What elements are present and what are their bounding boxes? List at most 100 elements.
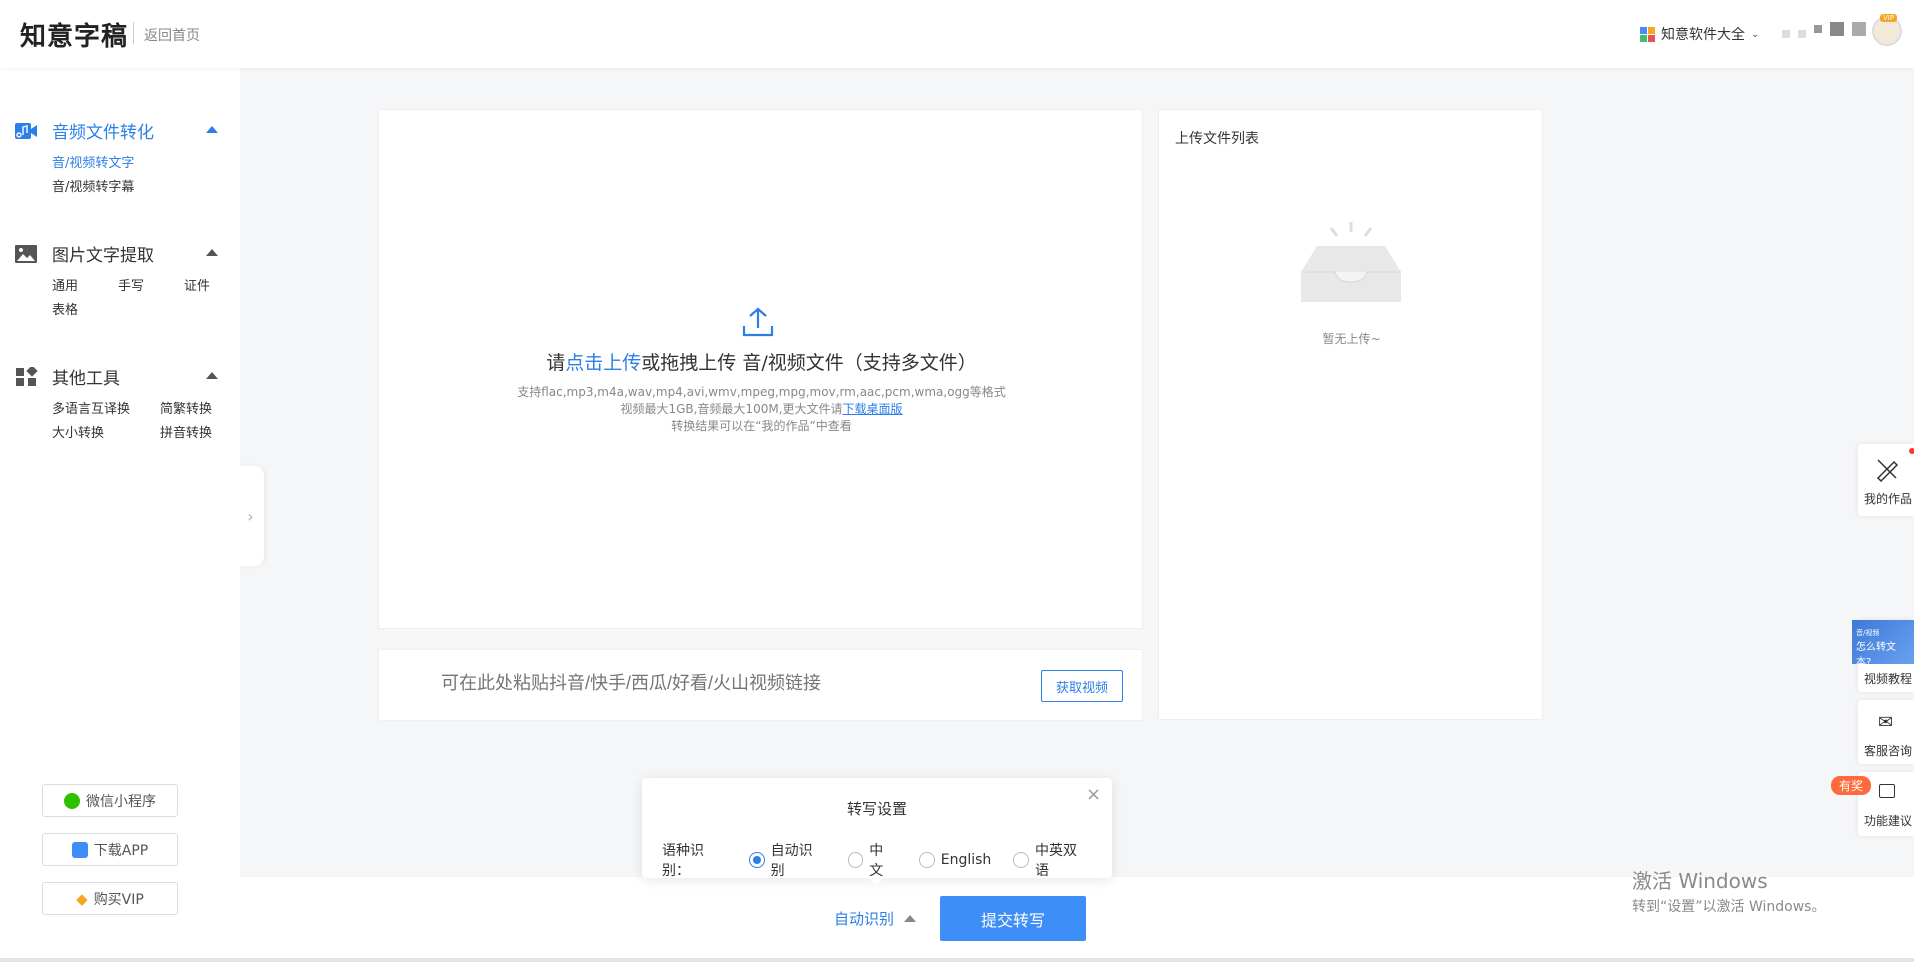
- buy-vip-label: 购买VIP: [93, 891, 144, 908]
- upload-hints: 支持flac,mp3,m4a,wav,mp4,avi,wmv,mpeg,mpg,…: [379, 384, 1144, 435]
- prize-badge: 有奖: [1831, 776, 1872, 795]
- sidebar-item-other-tools[interactable]: 其他工具: [14, 364, 120, 389]
- customer-service-label: 客服咨询: [1863, 744, 1912, 758]
- radio-button[interactable]: [847, 852, 864, 868]
- radio-option-label: English: [940, 852, 992, 868]
- sidebar-collapse-toggle[interactable]: ›: [237, 466, 264, 566]
- app-logo[interactable]: 知意字稿: [20, 16, 128, 53]
- tutorial-thumb-small: 音/视频: [1856, 629, 1880, 637]
- feedback-icon: [1879, 784, 1895, 798]
- download-desktop-link[interactable]: 下载桌面版: [843, 402, 903, 416]
- sidebar-item-av-to-text[interactable]: 音/视频转文字: [52, 152, 134, 171]
- video-tutorial-label: 视频教程: [1863, 672, 1912, 686]
- activation-hint: 转到“设置”以激活 Windows。: [1632, 899, 1826, 915]
- language-radio-group: 语种识别： 自动识别 中文 English 中英双语: [662, 840, 1112, 880]
- windows-activation-watermark: 激活 Windows 转到“设置”以激活 Windows。: [1632, 865, 1825, 916]
- buy-vip-button[interactable]: ◆ 购买VIP: [42, 882, 178, 915]
- chevron-down-icon: ⌄: [1751, 28, 1760, 40]
- wechat-miniprogram-label: 微信小程序: [86, 793, 156, 810]
- upload-suffix-text: 或拖拽上传 音/视频文件（支持多文件）: [641, 352, 977, 374]
- blurred-username-icon: [1798, 30, 1806, 38]
- left-sidebar: 音频文件转化 音/视频转文字 音/视频转字幕 图片文字提取 通用 手写 证件 表…: [0, 68, 240, 962]
- sidebar-item-image-ocr[interactable]: 图片文字提取: [14, 241, 154, 266]
- click-upload-link[interactable]: 点击上传: [565, 352, 641, 374]
- top-header: 知意字稿 返回首页 知意软件大全 ⌄ VIP: [0, 0, 1914, 68]
- sidebar-item-case-convert[interactable]: 大小转换: [52, 422, 104, 441]
- size-limit-text: 视频最大1GB,音频最大100M,更大文件请下载桌面版: [379, 401, 1144, 418]
- sidebar-item-trad-simp[interactable]: 简繁转换: [160, 398, 212, 417]
- sidebar-item-audio-convert[interactable]: 音频文件转化: [14, 118, 154, 143]
- supported-formats-text: 支持flac,mp3,m4a,wav,mp4,avi,wmv,mpeg,mpg,…: [517, 385, 1006, 399]
- size-limit-prefix: 视频最大1GB,音频最大100M,更大文件请: [620, 402, 843, 416]
- empty-list-text: 暂无上传~: [1322, 332, 1381, 346]
- notification-dot: [1909, 448, 1914, 454]
- chevron-right-icon: ›: [247, 506, 254, 526]
- app-icon: [71, 841, 88, 858]
- my-works-button[interactable]: 我的作品: [1858, 444, 1914, 516]
- collapse-arrow-icon[interactable]: [206, 126, 218, 133]
- upload-instruction: 请点击上传或拖拽上传 音/视频文件（支持多文件）: [379, 348, 1144, 375]
- empty-inbox-icon: [1301, 222, 1401, 302]
- blurred-username-icon: [1782, 30, 1790, 38]
- video-link-bar: 获取视频: [378, 649, 1143, 721]
- wechat-miniprogram-button[interactable]: 微信小程序: [42, 784, 178, 817]
- upload-file-list-panel: 上传文件列表 暂无上传~: [1158, 109, 1543, 720]
- sidebar-item-id-card[interactable]: 证件: [184, 275, 210, 294]
- popup-pointer: [868, 877, 884, 885]
- download-app-button[interactable]: 下载APP: [42, 833, 178, 866]
- download-app-label: 下载APP: [93, 842, 149, 859]
- sidebar-item-table[interactable]: 表格: [52, 299, 78, 318]
- blurred-username-icon: [1814, 25, 1822, 33]
- sidebar-section-title: 音频文件转化: [52, 123, 154, 143]
- grid-tools-icon: [16, 366, 38, 386]
- radio-button-checked[interactable]: [748, 852, 765, 868]
- collapse-arrow-icon[interactable]: [206, 372, 218, 379]
- sidebar-item-translate[interactable]: 多语言互译换: [52, 398, 130, 417]
- pencil-ruler-icon: [1876, 459, 1899, 482]
- upload-dropzone[interactable]: 请点击上传或拖拽上传 音/视频文件（支持多文件） 支持flac,mp3,m4a,…: [378, 109, 1143, 629]
- radio-option-label: 中文: [869, 843, 884, 879]
- vip-badge: VIP: [1880, 14, 1898, 22]
- radio-button[interactable]: [1013, 852, 1030, 868]
- file-list-title: 上传文件列表: [1175, 131, 1259, 147]
- upload-icon: [742, 307, 774, 337]
- language-selected-label: 自动识别: [834, 910, 895, 928]
- video-link-input[interactable]: [439, 672, 899, 695]
- radio-auto-detect[interactable]: 自动识别: [748, 840, 826, 880]
- radio-english[interactable]: English: [918, 852, 992, 868]
- blurred-username-icon: [1852, 22, 1866, 36]
- caret-up-icon: [904, 915, 917, 922]
- radio-button[interactable]: [918, 852, 935, 868]
- radio-option-label: 中英双语: [1035, 843, 1078, 879]
- collapse-arrow-icon[interactable]: [206, 249, 218, 256]
- bottom-edge: [0, 958, 1914, 962]
- music-video-icon: [15, 122, 37, 139]
- activation-title: 激活 Windows: [1632, 869, 1768, 893]
- apps-grid-icon: [1640, 26, 1655, 42]
- sidebar-item-general[interactable]: 通用: [52, 275, 78, 294]
- radio-option-label: 自动识别: [770, 843, 813, 879]
- sidebar-section-title: 其他工具: [52, 369, 120, 389]
- radio-chinese[interactable]: 中文: [847, 840, 897, 880]
- back-home-link[interactable]: 返回首页: [144, 25, 200, 45]
- sidebar-item-av-to-subtitle[interactable]: 音/视频转字幕: [52, 176, 134, 195]
- fetch-video-button[interactable]: 获取视频: [1041, 670, 1123, 702]
- tutorial-thumb-text: 怎么转文本?: [1856, 642, 1896, 668]
- software-suite-menu[interactable]: 知意软件大全 ⌄: [1640, 24, 1759, 44]
- sidebar-item-handwriting[interactable]: 手写: [118, 275, 144, 294]
- sidebar-section-title: 图片文字提取: [52, 246, 154, 266]
- customer-service-button[interactable]: ✉ 客服咨询: [1858, 700, 1914, 764]
- submit-transcribe-button[interactable]: 提交转写: [940, 896, 1086, 941]
- tutorial-thumbnail[interactable]: 音/视频 怎么转文本?: [1852, 620, 1914, 668]
- close-icon[interactable]: ×: [1086, 784, 1101, 805]
- radio-bilingual[interactable]: 中英双语: [1013, 840, 1090, 880]
- language-selector[interactable]: 自动识别: [834, 908, 917, 929]
- my-works-label: 我的作品: [1863, 492, 1912, 506]
- upload-prefix-text: 请: [546, 352, 566, 374]
- wechat-link-icon: [64, 792, 80, 809]
- sidebar-item-pinyin[interactable]: 拼音转换: [160, 422, 212, 441]
- header-user-icons: [1782, 20, 1866, 38]
- diamond-icon: ◆: [76, 889, 88, 908]
- chat-bubble-icon: ✉: [1878, 712, 1894, 733]
- transcribe-settings-popup: 转写设置 × 语种识别： 自动识别 中文 English 中英双语: [642, 778, 1112, 880]
